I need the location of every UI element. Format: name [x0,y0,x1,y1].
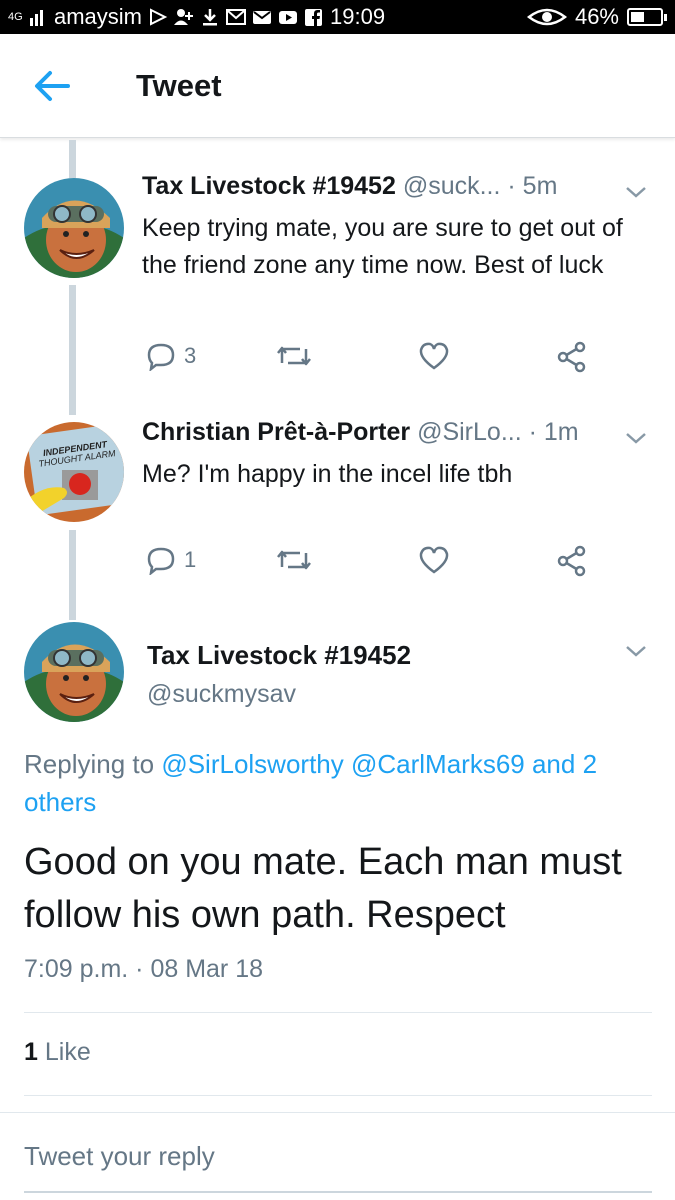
tweet-text: Me? I'm happy in the incel life tbh [142,460,513,488]
thread-line [69,530,76,620]
display-name[interactable]: Christian Prêt-à-Porter [142,418,410,446]
clock: 19:09 [330,4,386,29]
carrier-name: amaysim [54,4,143,29]
display-name[interactable]: Tax Livestock #19452 [147,640,411,671]
retweet-button[interactable] [274,341,314,371]
tweet-text: Good on you mate. Each man must follow h… [24,841,622,936]
page-title: Tweet [136,68,222,103]
reply-input-underline [24,1191,652,1193]
chevron-down-icon[interactable] [625,644,647,658]
reply-count: 1 [184,547,197,572]
share-button[interactable] [556,545,588,577]
signal-icon [30,10,43,26]
reply-count: 3 [184,343,197,368]
retweet-icon [277,346,311,366]
gmail-icon [226,9,247,25]
facebook-icon [305,9,323,26]
tweet-time: · 1m [528,418,579,446]
share-button[interactable] [556,341,588,373]
eye-comfort-icon [526,8,567,26]
retweet-button[interactable] [274,545,314,575]
tweet-actions: 1 [146,545,606,585]
divider [24,1095,652,1096]
tweet-header: Christian Prêt-à-Porter @SirLo... · 1m [142,418,579,447]
chevron-down-icon[interactable] [625,431,647,445]
reply-icon [147,547,175,575]
divider [24,1012,652,1013]
thread-line [69,285,76,415]
display-name[interactable]: Tax Livestock #19452 [142,172,396,200]
back-arrow-icon[interactable] [32,68,72,104]
battery-icon [627,8,667,26]
like-count[interactable]: 1 Like [24,1038,91,1067]
tweet-text: Keep trying mate, you are sure to get ou… [142,214,623,279]
like-button[interactable] [418,341,450,371]
user-handle[interactable]: @SirLo... [417,418,522,446]
heart-icon [419,342,449,370]
battery-fill [631,12,644,22]
mail-icon [253,11,272,24]
status-bar: 4G amaysim 19:09 46% [0,0,675,34]
tweet-timestamp: 7:09 p.m. · 08 Mar 18 [24,955,264,983]
replying-to: Replying to @SirLolsworthy @CarlMarks69 … [24,745,644,821]
reply-icon [147,343,175,371]
like-count-number: 1 [24,1038,38,1066]
reply-input[interactable]: Tweet your reply [24,1141,215,1172]
network-type: 4G [8,10,23,23]
add-user-icon [174,9,194,25]
retweet-icon [277,550,311,570]
youtube-icon [279,11,298,24]
tweet-header: Tax Livestock #19452 @suck... · 5m [142,172,557,201]
like-count-label: Like [44,1038,91,1066]
tweet-time: · 5m [507,172,558,200]
user-handle[interactable]: @suck... [403,172,501,200]
like-button[interactable] [418,545,450,575]
heart-icon [419,546,449,574]
reply-bar: Tweet your reply [0,1112,675,1200]
share-icon [557,545,586,577]
reply-button[interactable]: 1 [146,545,196,575]
thread-line [69,140,76,178]
download-icon [203,9,218,26]
replying-to-prefix: Replying to [24,749,162,779]
app-header: Tweet [0,34,675,138]
reply-button[interactable]: 3 [146,341,196,371]
avatar[interactable] [24,622,124,722]
chevron-down-icon[interactable] [625,185,647,199]
battery-percent: 46% [574,4,619,29]
avatar[interactable] [24,178,124,278]
user-handle[interactable]: @suckmysav [147,680,296,709]
play-store-icon [150,8,168,26]
tweet-actions: 3 [146,341,606,381]
share-icon [557,341,586,373]
avatar[interactable]: INDEPENDENT THOUGHT ALARM [24,422,124,522]
